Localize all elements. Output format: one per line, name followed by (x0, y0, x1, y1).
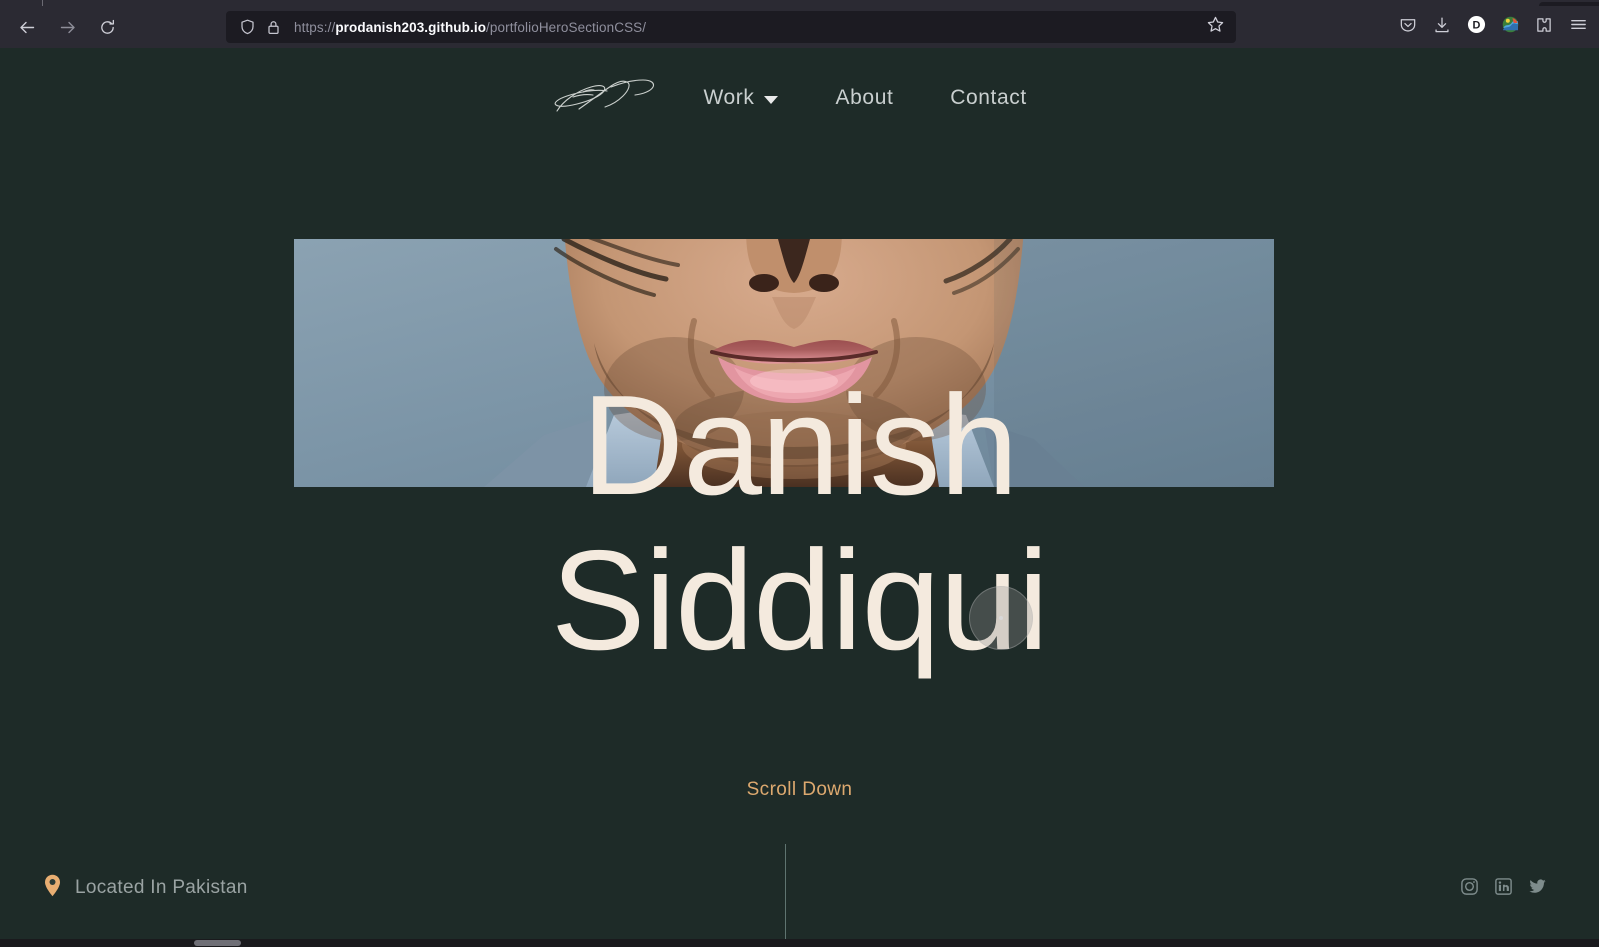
hero-title-line-2: Siddiqui (550, 521, 1049, 680)
nav-item-contact-label: Contact (950, 86, 1027, 109)
reload-icon (99, 19, 116, 36)
footer-social-links (1459, 876, 1547, 896)
shield-icon[interactable] (234, 14, 260, 40)
map-pin-icon (44, 874, 61, 902)
app-menu-hamburger-icon (1569, 15, 1588, 39)
extension-colorful-button[interactable] (1493, 11, 1527, 43)
account-button[interactable]: D (1459, 11, 1493, 43)
nav-item-about-wrap: About (803, 86, 927, 110)
linkedin-icon[interactable] (1493, 876, 1513, 896)
navigation-toolbar: https://prodanish203.github.io/portfolio… (0, 6, 1599, 48)
browser-window: https://prodanish203.github.io/portfolio… (0, 0, 1599, 947)
nav-item-about-label: About (835, 86, 894, 109)
back-arrow-icon (19, 19, 36, 36)
nav-item-work-label: Work (703, 86, 755, 109)
pocket-button[interactable] (1391, 11, 1425, 43)
url-path: /portfolioHeroSectionCSS/ (486, 19, 647, 35)
extension-colorful-icon (1501, 15, 1520, 39)
chevron-down-icon (763, 95, 778, 104)
url-host: prodanish203.github.io (335, 19, 487, 35)
browser-chrome: https://prodanish203.github.io/portfolio… (0, 0, 1599, 48)
signature-logo[interactable] (549, 72, 659, 124)
scroll-down-label[interactable]: Scroll Down (0, 779, 1599, 801)
forward-button[interactable] (50, 10, 84, 44)
account-d-avatar-icon: D (1467, 15, 1486, 39)
hero-portrait-image (294, 239, 1274, 487)
star-outline-icon (1207, 16, 1224, 38)
bookmark-button[interactable] (1202, 14, 1228, 40)
url-scheme: https:// (294, 19, 336, 35)
twitter-icon[interactable] (1527, 876, 1547, 896)
extensions-button[interactable] (1527, 11, 1561, 43)
nav-item-work-wrap: Work (679, 86, 803, 110)
back-button[interactable] (10, 10, 44, 44)
site-navigation: Work About Contact (0, 68, 1599, 128)
horizontal-scrollbar[interactable] (0, 939, 1599, 947)
url-bar[interactable]: https://prodanish203.github.io/portfolio… (226, 11, 1236, 43)
nav-item-contact-wrap: Contact (927, 86, 1051, 110)
svg-text:D: D (1472, 20, 1480, 32)
pocket-icon (1399, 16, 1417, 39)
page-content: Work About Contact Danish Siddiqui Scrol… (0, 48, 1599, 939)
nav-item-work[interactable]: Work (703, 86, 778, 110)
downloads-button[interactable] (1425, 11, 1459, 43)
forward-arrow-icon (59, 19, 76, 36)
app-menu-button[interactable] (1561, 11, 1595, 43)
cursor-dot (999, 616, 1003, 620)
nav-item-contact[interactable]: Contact (950, 86, 1027, 110)
nav-item-about[interactable]: About (836, 86, 894, 110)
extensions-puzzle-icon (1535, 16, 1553, 39)
footer-location: Located In Pakistan (44, 874, 248, 902)
padlock-icon[interactable] (260, 14, 286, 40)
vertical-divider (785, 844, 786, 939)
scrollbar-thumb[interactable] (194, 940, 241, 946)
toolbar-right-group: D (1391, 11, 1595, 43)
url-text: https://prodanish203.github.io/portfolio… (294, 20, 646, 35)
reload-button[interactable] (90, 10, 124, 44)
footer-location-label: Located In Pakistan (75, 877, 248, 898)
downloads-icon (1433, 16, 1451, 39)
instagram-icon[interactable] (1459, 876, 1479, 896)
cursor-highlight (969, 586, 1033, 650)
